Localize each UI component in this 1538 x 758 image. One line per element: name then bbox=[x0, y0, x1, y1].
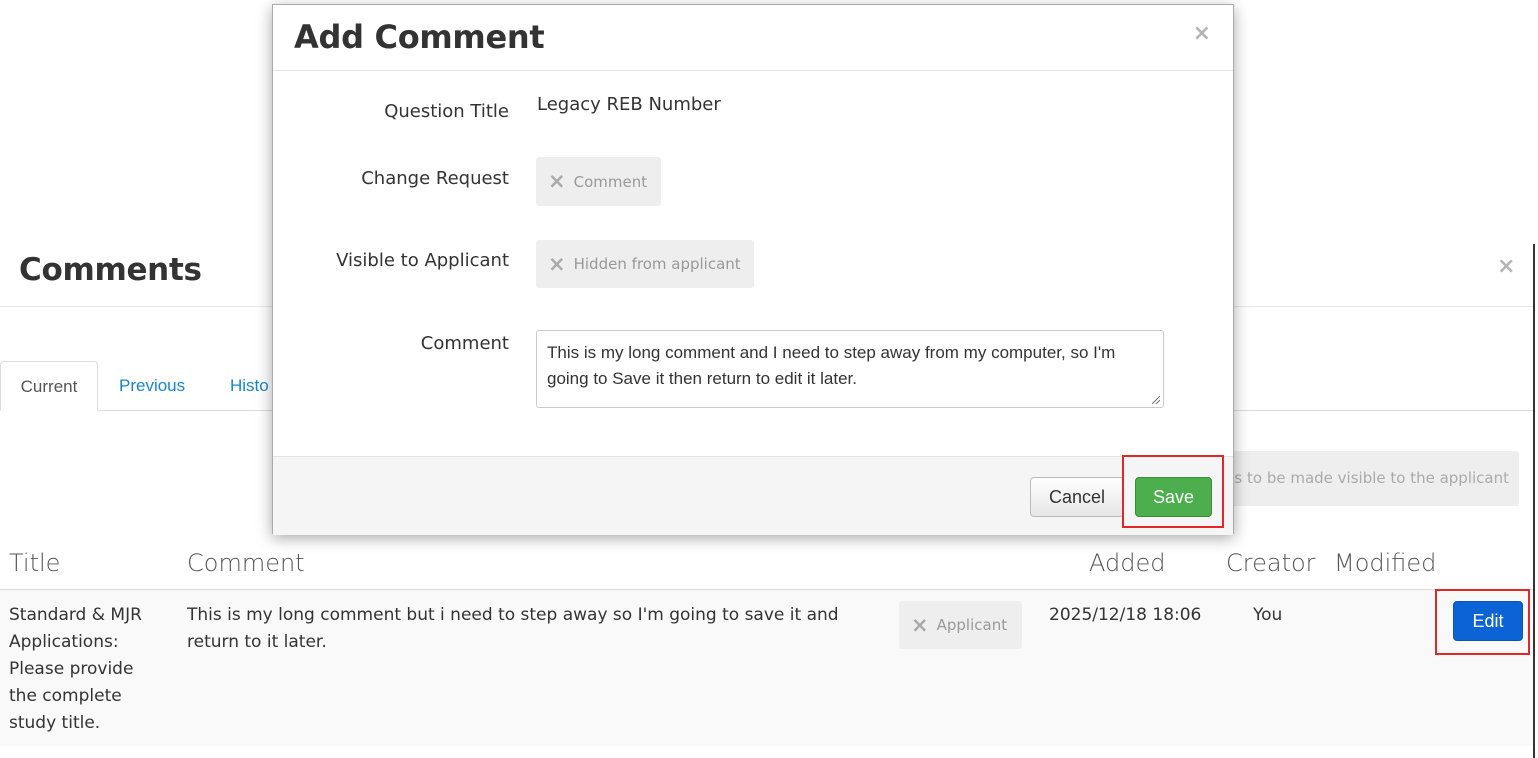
x-icon: × bbox=[911, 612, 929, 637]
tab-history[interactable]: Histo bbox=[230, 361, 269, 411]
x-icon: × bbox=[548, 251, 566, 276]
modal-title: Add Comment bbox=[294, 18, 545, 56]
add-comment-modal: Add Comment × Question Title Legacy REB … bbox=[272, 4, 1234, 535]
comments-close-icon[interactable]: × bbox=[1497, 255, 1515, 279]
visibility-toggle[interactable]: × Hidden from applicant bbox=[536, 240, 754, 288]
modal-footer: Cancel Save bbox=[273, 456, 1233, 535]
change-request-chip-label: Comment bbox=[573, 172, 648, 191]
edit-button[interactable]: Edit bbox=[1453, 601, 1523, 641]
change-request-toggle[interactable]: × Comment bbox=[536, 157, 661, 206]
cancel-button[interactable]: Cancel bbox=[1030, 477, 1124, 517]
question-title-label: Question Title bbox=[384, 101, 509, 122]
visible-to-applicant-label: Visible to Applicant bbox=[336, 250, 509, 271]
question-title-value: Legacy REB Number bbox=[537, 94, 721, 115]
column-header-added: Added bbox=[1089, 549, 1166, 577]
comments-title: Comments bbox=[19, 252, 202, 288]
comment-textarea[interactable]: This is my long comment and I need to st… bbox=[536, 330, 1164, 408]
visibility-chip-label: Hidden from applicant bbox=[573, 255, 741, 273]
column-header-comment: Comment bbox=[187, 549, 305, 577]
comment-label: Comment bbox=[420, 333, 509, 354]
row-creator: You bbox=[1253, 605, 1283, 625]
save-button[interactable]: Save bbox=[1135, 477, 1212, 517]
tab-previous[interactable]: Previous bbox=[119, 361, 185, 411]
applicant-chip-label: Applicant bbox=[936, 616, 1008, 634]
column-header-creator: Creator bbox=[1226, 549, 1316, 577]
row-comment: This is my long comment but i need to st… bbox=[187, 605, 839, 652]
tab-current[interactable]: Current bbox=[0, 361, 98, 411]
panel-edge bbox=[1533, 244, 1535, 758]
x-icon: × bbox=[548, 169, 566, 193]
visibility-note: s to be made visible to the applicant bbox=[1228, 451, 1519, 506]
row-title: Standard & MJR Applications: Please prov… bbox=[9, 605, 142, 733]
modal-header-divider bbox=[273, 70, 1233, 71]
modal-close-icon[interactable]: × bbox=[1193, 21, 1211, 46]
column-header-title: Title bbox=[9, 549, 61, 577]
column-header-modified: Modified bbox=[1334, 549, 1437, 577]
visibility-note-text: s to be made visible to the applicant bbox=[1234, 469, 1509, 487]
resize-grip-icon[interactable] bbox=[1152, 396, 1160, 404]
change-request-label: Change Request bbox=[361, 168, 509, 189]
applicant-chip: × Applicant bbox=[899, 601, 1022, 649]
row-added: 2025/12/18 18:06 bbox=[1049, 605, 1202, 625]
